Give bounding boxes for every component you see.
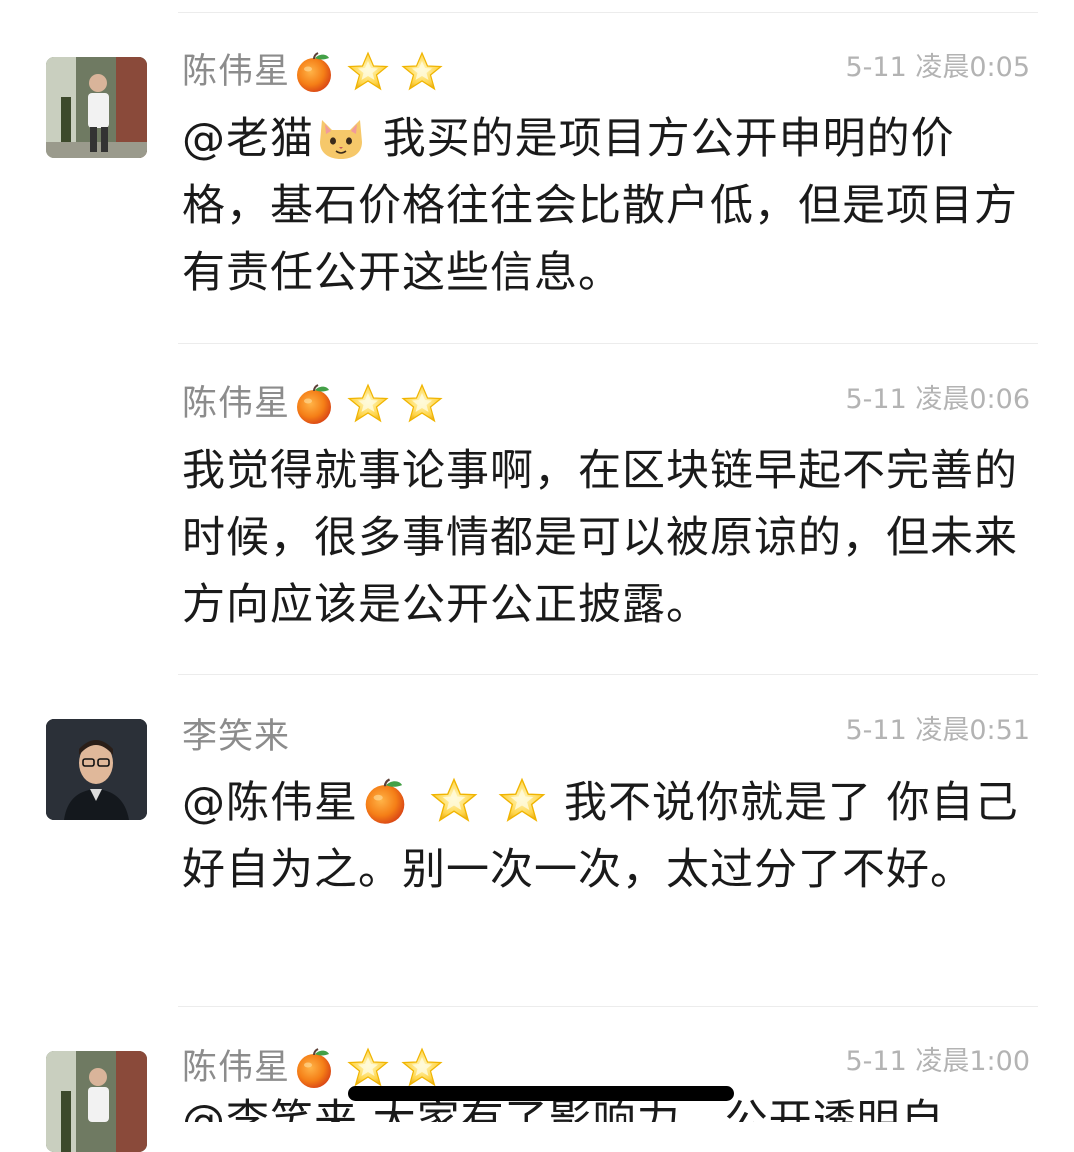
star-icon	[400, 1046, 444, 1090]
star-icon	[429, 776, 479, 826]
comment-author[interactable]: 陈伟星	[182, 1046, 444, 1090]
comment-time: 5-11 凌晨0:51	[845, 715, 1031, 746]
cat-face-icon	[316, 112, 366, 162]
divider	[178, 1006, 1038, 1007]
comment-author[interactable]: 陈伟星	[182, 50, 444, 94]
mention-link[interactable]: @老猫	[182, 114, 314, 164]
star-icon	[400, 50, 444, 94]
comment-text: @陈伟星 我不说你就是了 你自己好自为之。别一次一次，太过分了不好。	[182, 770, 1032, 904]
star-icon	[497, 776, 547, 826]
avatar[interactable]	[46, 1051, 147, 1152]
avatar[interactable]	[46, 57, 147, 158]
author-name[interactable]: 陈伟星	[182, 382, 290, 426]
comment-body: @李笑来 大家有了影响力，公开透明自	[182, 1098, 945, 1122]
divider	[178, 12, 1038, 13]
comment-text: @李笑来 大家有了影响力，公开透明自	[182, 1098, 1032, 1122]
star-icon	[346, 50, 390, 94]
author-name[interactable]: 李笑来	[182, 715, 290, 759]
home-indicator[interactable]	[348, 1086, 734, 1101]
mention-link[interactable]: @陈伟星	[182, 778, 358, 828]
comment-text: 我觉得就事论事啊，在区块链早起不完善的时候，很多事情都是可以被原谅的，但未来方向…	[182, 438, 1032, 639]
author-name[interactable]: 陈伟星	[182, 1046, 290, 1090]
comment-time: 5-11 凌晨0:05	[845, 52, 1031, 83]
star-icon	[400, 382, 444, 426]
avatar[interactable]	[46, 719, 147, 820]
comment-text: @老猫 我买的是项目方公开申明的价格，基石价格往往会比散户低，但是项目方有责任公…	[182, 106, 1032, 307]
orange-icon	[292, 50, 336, 94]
divider	[178, 343, 1038, 344]
author-name[interactable]: 陈伟星	[182, 50, 290, 94]
comment-author[interactable]: 李笑来	[182, 715, 290, 759]
orange-icon	[292, 1046, 336, 1090]
star-icon	[346, 382, 390, 426]
comment-time: 5-11 凌晨1:00	[845, 1046, 1031, 1077]
comment-body: 我觉得就事论事啊，在区块链早起不完善的时候，很多事情都是可以被原谅的，但未来方向…	[182, 446, 1018, 630]
comment-author[interactable]: 陈伟星	[182, 382, 444, 426]
comment-time: 5-11 凌晨0:06	[845, 384, 1031, 415]
orange-icon	[292, 382, 336, 426]
star-icon	[346, 1046, 390, 1090]
orange-icon	[360, 776, 410, 826]
divider	[178, 674, 1038, 675]
